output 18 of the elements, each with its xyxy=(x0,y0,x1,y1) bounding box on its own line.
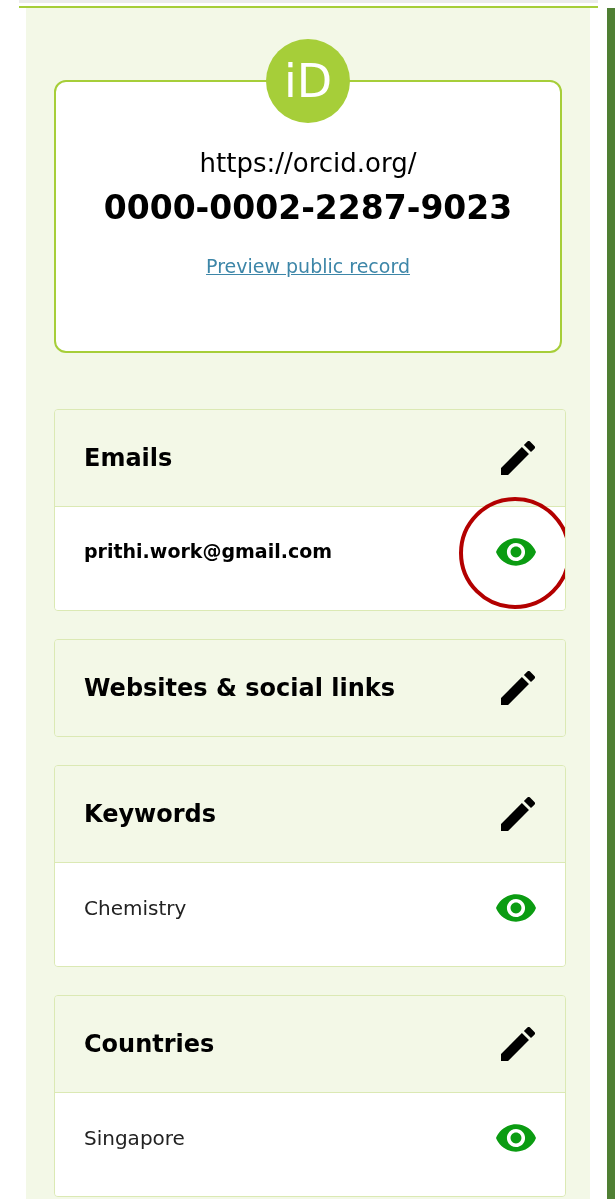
pencil-icon[interactable] xyxy=(501,671,535,705)
pencil-icon[interactable] xyxy=(501,1027,535,1061)
eye-icon[interactable] xyxy=(496,537,536,567)
preview-link[interactable]: Preview public record xyxy=(206,252,410,281)
pencil-icon[interactable] xyxy=(501,797,535,831)
orcid-url: https://orcid.org/ xyxy=(199,147,417,180)
section-title: Countries xyxy=(84,1029,215,1060)
pencil-icon[interactable] xyxy=(501,441,535,475)
item-text: Singapore xyxy=(84,1125,185,1152)
eye-icon[interactable] xyxy=(496,1123,536,1153)
section-title: Keywords xyxy=(84,799,217,830)
item-text: Chemistry xyxy=(84,895,187,922)
section-title: Emails xyxy=(84,443,173,474)
eye-icon[interactable] xyxy=(496,893,536,923)
section-title: Websites & social links xyxy=(84,673,396,704)
orcid-number: 0000-0002-2287-9023 xyxy=(103,187,513,229)
orcid-logo: iD xyxy=(266,39,350,123)
item-text: prithi.work@gmail.com xyxy=(84,539,332,564)
